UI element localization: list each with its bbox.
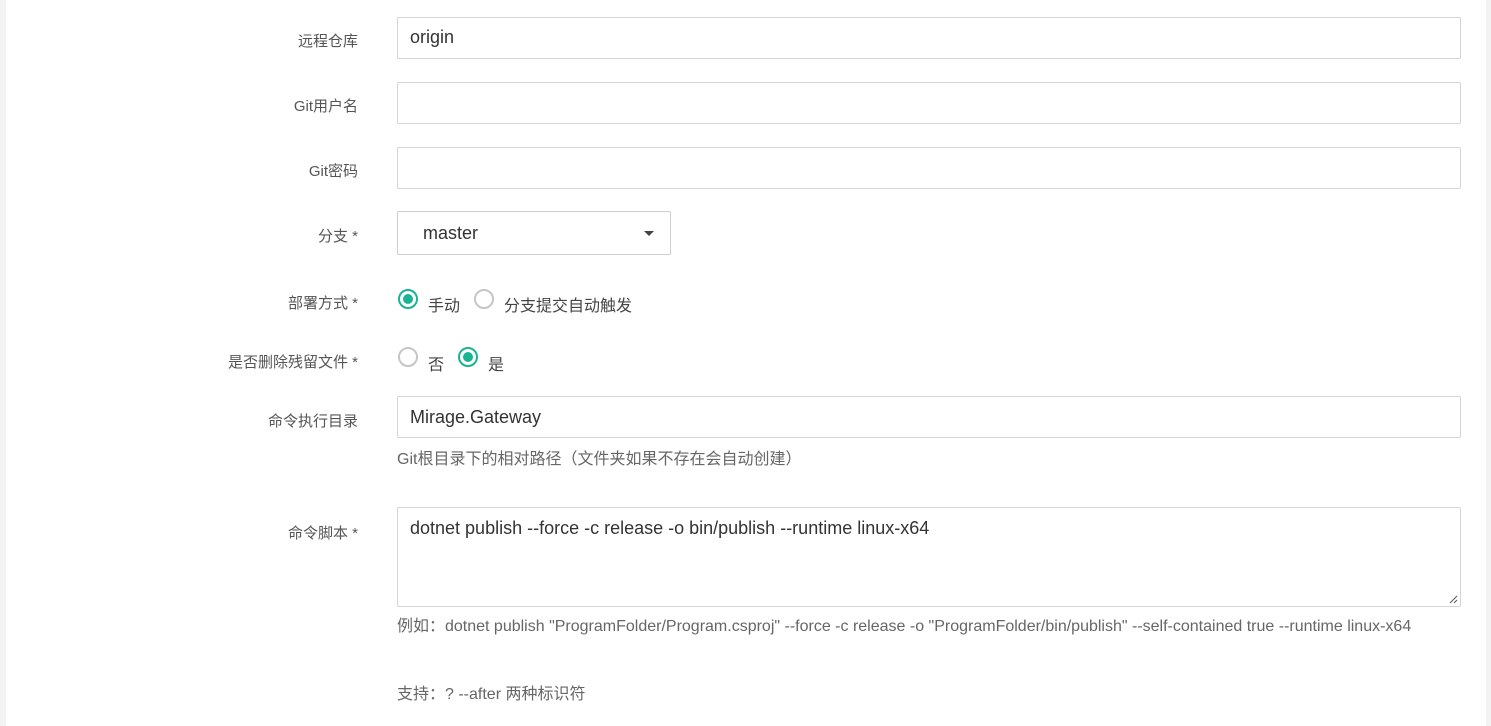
delete-residual-no-label[interactable]: 否 xyxy=(428,351,444,375)
chevron-down-icon xyxy=(644,231,654,236)
git-password-row: Git密码 xyxy=(6,146,1486,190)
branch-label: 分支 * xyxy=(317,228,358,245)
script-help-example: 例如：dotnet publish "ProgramFolder/Program… xyxy=(397,618,1412,635)
delete-residual-row: 是否删除残留文件 * 否 是 xyxy=(6,345,1486,375)
script-textarea[interactable]: dotnet publish --force -c release -o bin… xyxy=(397,507,1461,607)
deploy-mode-auto-label[interactable]: 分支提交自动触发 xyxy=(504,292,632,316)
git-username-label: Git用户名 xyxy=(293,98,358,115)
remote-repo-input[interactable]: origin xyxy=(397,17,1461,59)
git-password-input[interactable] xyxy=(397,147,1461,189)
delete-residual-no-radio[interactable] xyxy=(398,347,418,367)
deploy-mode-manual-radio[interactable] xyxy=(398,289,418,309)
deploy-mode-auto-radio[interactable] xyxy=(474,289,494,309)
script-help-support: 支持：? --after 两种标识符 xyxy=(397,686,586,703)
delete-residual-yes-label[interactable]: 是 xyxy=(488,351,504,375)
remote-repo-label: 远程仓库 xyxy=(297,33,358,50)
deploy-mode-row: 部署方式 * 手动 分支提交自动触发 xyxy=(6,287,1486,315)
remote-repo-row: 远程仓库 origin xyxy=(6,16,1486,60)
delete-residual-yes-radio[interactable] xyxy=(458,347,478,367)
work-dir-row: 命令执行目录 Mirage.Gateway Git根目录下的相对路径（文件夹如果… xyxy=(6,396,1486,476)
deploy-mode-label: 部署方式 * xyxy=(287,295,358,312)
branch-selected-value: master xyxy=(423,223,479,243)
git-username-row: Git用户名 xyxy=(6,81,1486,125)
remote-repo-value: origin xyxy=(410,27,455,47)
script-value: dotnet publish --force -c release -o bin… xyxy=(410,518,930,538)
branch-row: 分支 * master xyxy=(6,211,1486,257)
delete-residual-label: 是否删除残留文件 * xyxy=(227,354,358,371)
work-dir-label: 命令执行目录 xyxy=(267,413,358,430)
form-panel: 远程仓库 origin Git用户名 Git密码 分支 * master 部署方… xyxy=(6,0,1486,726)
script-row: 命令脚本 * dotnet publish --force -c release… xyxy=(6,507,1486,717)
work-dir-value: Mirage.Gateway xyxy=(410,407,542,427)
script-label: 命令脚本 * xyxy=(287,525,358,542)
git-password-label: Git密码 xyxy=(308,163,358,180)
git-username-input[interactable] xyxy=(397,82,1461,124)
work-dir-input[interactable]: Mirage.Gateway xyxy=(397,396,1461,438)
deploy-mode-manual-label[interactable]: 手动 xyxy=(428,292,460,316)
work-dir-help-text: Git根目录下的相对路径（文件夹如果不存在会自动创建） xyxy=(397,451,802,468)
resize-handle-icon[interactable] xyxy=(1448,594,1458,604)
branch-select[interactable]: master xyxy=(397,211,671,255)
